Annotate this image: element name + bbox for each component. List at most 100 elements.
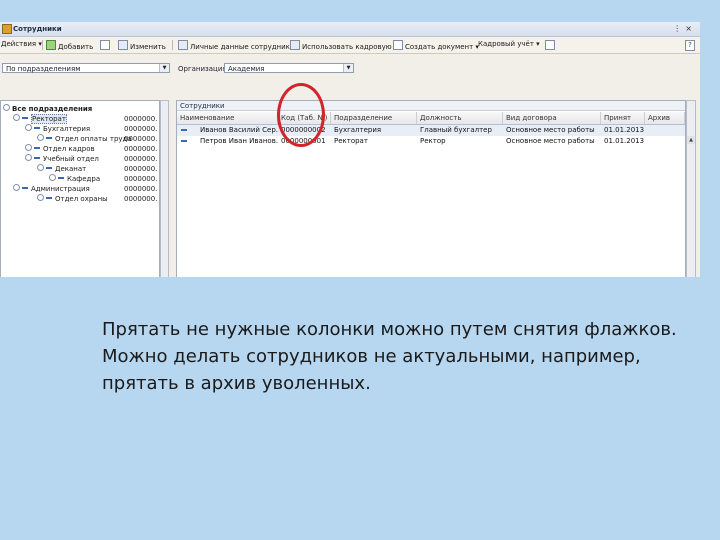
filter-select[interactable]: По подразделениям — [2, 63, 170, 73]
tree-item[interactable]: Кафедра — [49, 174, 100, 184]
hr-accounting-menu[interactable]: Кадровый учёт ▾ — [478, 40, 540, 48]
cell-dept: Бухгалтерия — [334, 126, 382, 134]
refresh-icon — [545, 40, 555, 50]
toolbar-separator — [172, 40, 173, 50]
cell-dept: Ректорат — [334, 137, 368, 145]
department-icon — [58, 177, 64, 179]
window-app-icon — [2, 24, 12, 34]
tree-item[interactable]: Деканат — [37, 164, 86, 174]
cell-position: Ректор — [420, 137, 446, 145]
actions-menu[interactable]: Действия ▾ — [1, 40, 42, 48]
tree-expander-icon[interactable] — [37, 164, 44, 171]
tree-item-code: 0000000. — [124, 145, 158, 153]
person-icon — [178, 40, 188, 50]
window-title: Сотрудники — [13, 25, 62, 33]
table-row[interactable]: Петров Иван Иванов... 0000000001 Ректорат Р… — [177, 136, 685, 147]
grid-scrollbar[interactable]: ▲ — [686, 100, 696, 277]
tree-expander-icon[interactable] — [25, 124, 32, 131]
scroll-up-icon[interactable]: ▲ — [687, 136, 695, 144]
column-header[interactable]: Наименование — [177, 112, 278, 124]
create-document-menu[interactable]: Создать документ ▾ — [393, 40, 479, 51]
tree-item-label: Отдел кадров — [43, 145, 95, 153]
tree-expander-icon[interactable] — [3, 104, 10, 111]
add-button[interactable]: Добавить — [46, 40, 93, 51]
tree-item-label: Деканат — [55, 165, 87, 173]
tree-item[interactable]: Все подразделения — [3, 104, 92, 114]
refresh-button[interactable] — [545, 40, 557, 51]
tree-item-label: Администрация — [31, 185, 90, 193]
tree-expander-icon[interactable] — [37, 134, 44, 141]
department-icon — [34, 127, 40, 129]
department-icon — [46, 197, 52, 199]
department-icon — [34, 157, 40, 159]
cell-contract: Основное место работы — [506, 126, 595, 134]
tree-item-label: Все подразделения — [12, 105, 93, 113]
tree-item-label: Ректорат — [31, 114, 67, 124]
cell-name: Петров Иван Иванов... — [200, 137, 278, 145]
tree-item[interactable]: Ректорат — [13, 114, 67, 124]
employees-panel: Организация: Академия Сотрудники Наимено… — [176, 54, 700, 277]
copy-icon — [100, 40, 110, 50]
organization-label: Организация: — [178, 65, 229, 73]
help-button[interactable]: ? — [685, 40, 695, 51]
departments-tree[interactable]: Все подразделения Ректорат 0000000. Бухгалт… — [0, 100, 160, 277]
tree-expander-icon[interactable] — [37, 194, 44, 201]
column-header[interactable]: Должность — [417, 112, 503, 124]
cell-archive — [645, 125, 685, 136]
application-window: Сотрудники ⋮× Действия ▾ Добавить Измени… — [0, 22, 700, 277]
tree-item-code: 0000000. — [124, 185, 158, 193]
tree-expander-icon[interactable] — [49, 174, 56, 181]
tree-item-code: 0000000. — [124, 175, 158, 183]
organization-select[interactable]: Академия — [224, 63, 354, 73]
column-header[interactable]: Архив — [645, 112, 685, 124]
toolbar-separator — [42, 40, 43, 50]
employee-icon — [181, 140, 187, 142]
tree-expander-icon[interactable] — [25, 154, 32, 161]
highlight-circle — [277, 83, 325, 147]
column-header[interactable]: Вид договора — [503, 112, 601, 124]
tree-item-code: 0000000. — [124, 125, 158, 133]
organization-select-value: Академия — [228, 65, 265, 73]
personnel-icon — [290, 40, 300, 50]
caption-line-1: Прятать не нужные колонки можно путем сн… — [102, 319, 677, 340]
tree-item-code: 0000000. — [124, 165, 158, 173]
table-row[interactable]: Иванов Василий Сер... 0000000002 Бухгалтер… — [177, 125, 685, 136]
window-controls[interactable]: ⋮× — [673, 24, 696, 33]
chevron-down-icon[interactable] — [159, 64, 169, 72]
window-titlebar: Сотрудники ⋮× — [0, 22, 700, 37]
tree-item-code: 0000000. — [124, 195, 158, 203]
tree-item[interactable]: Администрация — [13, 184, 90, 194]
department-icon — [46, 137, 52, 139]
cell-hired: 01.01.2013 — [604, 137, 645, 145]
cell-position: Главный бухгалтер — [420, 126, 492, 134]
column-header[interactable]: Принят — [601, 112, 645, 124]
tree-item[interactable]: Отдел охраны — [37, 194, 108, 204]
tree-expander-icon[interactable] — [25, 144, 32, 151]
toolbar: Действия ▾ Добавить Изменить Личные данн… — [0, 37, 700, 54]
slide-caption: Прятать не нужные колонки можно путем сн… — [32, 316, 692, 397]
copy-button[interactable] — [100, 40, 112, 51]
tree-item[interactable]: Бухгалтерия — [25, 124, 90, 134]
tree-expander-icon[interactable] — [13, 114, 20, 121]
cell-contract: Основное место работы — [506, 137, 595, 145]
tree-item[interactable]: Учебный отдел — [25, 154, 99, 164]
departments-panel: По подразделениям Все подразделенияРекто… — [0, 54, 172, 277]
tree-item[interactable]: Отдел кадров — [25, 144, 95, 154]
employee-icon — [181, 129, 187, 131]
document-icon — [393, 40, 403, 50]
tree-expander-icon[interactable] — [13, 184, 20, 191]
department-icon — [22, 187, 28, 189]
tree-item[interactable]: Отдел оплаты труда — [37, 134, 132, 144]
edit-button[interactable]: Изменить — [118, 40, 166, 51]
tree-item-code: 0000000. — [124, 135, 158, 143]
column-header[interactable]: Подразделение — [331, 112, 417, 124]
personal-data-button[interactable]: Личные данные сотрудника — [178, 40, 294, 51]
use-personnel-button[interactable]: Использовать кадровую — [290, 40, 392, 51]
tree-item-code: 0000000. — [124, 155, 158, 163]
chevron-down-icon[interactable] — [343, 64, 353, 72]
cell-name: Иванов Василий Сер... — [200, 126, 278, 134]
tree-scrollbar[interactable] — [160, 100, 169, 277]
close-icon[interactable]: × — [685, 24, 696, 33]
employees-grid: Сотрудники Наименование Код (Таб. №) Подра… — [176, 100, 686, 277]
cell-hired: 01.01.2013 — [604, 126, 645, 134]
